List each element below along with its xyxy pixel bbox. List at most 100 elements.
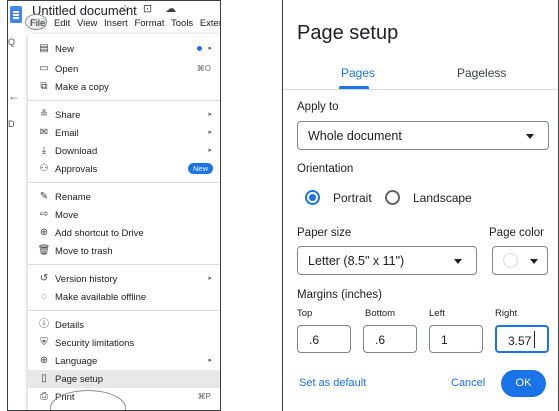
new-badge: New (187, 163, 213, 174)
menu-tools[interactable]: Tools (171, 18, 193, 29)
paper-size-value: Letter (8.5" x 11") (308, 254, 405, 268)
trash-icon: 🗑 (37, 245, 51, 256)
page-setup-dialog: Page setup Pages Pageless Apply to Whole… (282, 0, 559, 411)
submenu-arrow-icon: ▸ (208, 129, 212, 136)
margins-label: Margins (inches) (297, 289, 382, 301)
apply-to-dropdown[interactable]: Whole document (297, 121, 549, 150)
menu-item-email[interactable]: ✉ Email ▸ (28, 124, 220, 142)
outline-initial: D (8, 119, 15, 129)
margin-bottom-input[interactable]: .6 (363, 325, 417, 353)
set-as-default-button[interactable]: Set as default (299, 377, 366, 389)
menu-item-move-to-trash[interactable]: 🗑 Move to trash (28, 242, 220, 260)
menu-extensions[interactable]: Extensi (200, 18, 220, 29)
menu-item-share[interactable]: ≗ Share ▸ (28, 106, 220, 124)
menu-item-label: Approvals (55, 164, 98, 175)
landscape-label[interactable]: Landscape (413, 191, 472, 205)
back-arrow-icon[interactable]: ← (8, 89, 20, 103)
menu-item-label: Page setup (55, 374, 104, 385)
dropdown-caret-icon (530, 259, 538, 264)
title-action-icons[interactable]: ☆ ⊡ ☁ (120, 2, 181, 15)
screenshot-composite: Untitled document ☆ ⊡ ☁ File Edit View I… (0, 0, 559, 411)
margin-top-value: .6 (309, 333, 320, 347)
menu-divider (28, 310, 220, 311)
menu-item-label: Email (55, 128, 79, 139)
menu-divider (28, 100, 220, 101)
landscape-radio[interactable] (385, 190, 400, 205)
menu-item-approvals[interactable]: ⚇ Approvals New (28, 160, 220, 178)
globe-icon: ⊕ (39, 355, 49, 366)
text-cursor (534, 331, 535, 348)
file-menu-annotation-circle (25, 14, 47, 30)
dropdown-caret-icon (454, 259, 462, 264)
tab-pages[interactable]: Pages (341, 66, 375, 80)
menu-item-label: Download (55, 146, 98, 157)
docs-logo-icon[interactable] (10, 6, 22, 23)
margin-top-label: Top (297, 308, 313, 319)
submenu-arrow-icon: ▸ (208, 357, 212, 364)
ok-button[interactable]: OK (501, 370, 546, 397)
menu-item-label: Make a copy (55, 82, 109, 93)
menu-item-label: Details (55, 320, 85, 331)
menu-format[interactable]: Format (134, 18, 164, 29)
page-color-picker[interactable] (492, 246, 548, 275)
menu-item-rename[interactable]: ✎ Rename (28, 188, 220, 206)
info-icon: ⓘ (39, 319, 49, 330)
email-icon: ✉ (39, 127, 49, 138)
menu-item-label: Move to trash (55, 246, 113, 257)
menu-item-offline[interactable]: ◌ Make available offline (28, 288, 220, 306)
margin-left-input[interactable]: 1 (429, 325, 483, 353)
menu-item-new[interactable]: ▤ New ▸ (28, 40, 220, 58)
margin-bottom-value: .6 (375, 333, 386, 347)
menu-divider (28, 182, 220, 183)
portrait-radio[interactable] (305, 190, 320, 205)
dropdown-caret-icon (526, 134, 534, 139)
drive-shortcut-icon: ⊕ (39, 227, 49, 238)
shield-icon: ⛨ (40, 337, 48, 348)
dialog-title: Page setup (297, 22, 399, 44)
menu-item-label: Security limitations (55, 338, 135, 349)
portrait-label[interactable]: Portrait (333, 191, 372, 205)
menu-item-label: Open (55, 64, 79, 75)
menu-item-language[interactable]: ⊕ Language ▸ (28, 352, 220, 370)
share-icon: ≗ (39, 109, 49, 120)
approvals-icon: ⚇ (39, 163, 49, 174)
menu-bar: File Edit View Insert Format Tools Exten… (28, 18, 220, 29)
menu-item-label: Add shortcut to Drive (55, 228, 144, 239)
move-folder-icon: ⇨ (39, 209, 49, 220)
menu-item-label: Make available offline (55, 292, 147, 303)
submenu-arrow-icon: ▸ (208, 45, 212, 52)
margin-right-label: Right (495, 308, 518, 319)
offline-icon: ◌ (41, 291, 47, 302)
history-icon: ↺ (39, 273, 49, 284)
download-icon: ⤓ (41, 145, 47, 156)
menu-view[interactable]: View (77, 18, 97, 29)
paper-size-dropdown[interactable]: Letter (8.5" x 11") (297, 246, 477, 275)
cancel-button[interactable]: Cancel (451, 377, 485, 389)
menu-insert[interactable]: Insert (104, 18, 128, 29)
submenu-arrow-icon: ▸ (208, 111, 212, 118)
menu-item-version-history[interactable]: ↺ Version history ▸ (28, 270, 220, 288)
menu-item-make-copy[interactable]: ⧉ Make a copy (28, 78, 220, 96)
menu-item-move[interactable]: ⇨ Move (28, 206, 220, 224)
menu-item-security-limitations[interactable]: ⛨ Security limitations (28, 334, 220, 352)
apply-to-label: Apply to (297, 101, 339, 113)
pencil-icon: ✎ (39, 191, 49, 202)
menu-item-page-setup[interactable]: ▯ Page setup (28, 370, 220, 388)
menu-item-add-shortcut[interactable]: ⊕ Add shortcut to Drive (28, 224, 220, 242)
menu-item-open[interactable]: ▭ Open ⌘O (28, 60, 220, 78)
margin-top-input[interactable]: .6 (297, 325, 351, 353)
tab-pageless[interactable]: Pageless (457, 66, 506, 80)
menu-item-label: Rename (55, 192, 91, 203)
color-swatch (503, 253, 518, 268)
paper-size-label: Paper size (297, 227, 352, 239)
menu-divider (28, 264, 220, 265)
margin-left-value: 1 (441, 333, 448, 347)
folder-icon: ▭ (39, 63, 49, 74)
menu-edit[interactable]: Edit (54, 18, 70, 29)
menu-item-details[interactable]: ⓘ Details (28, 316, 220, 334)
menu-item-download[interactable]: ⤓ Download ▸ (28, 142, 220, 160)
tab-divider (283, 89, 558, 90)
margin-right-input[interactable]: 3.57 (495, 325, 549, 353)
margin-bottom-label: Bottom (365, 308, 396, 319)
search-icon[interactable]: Q (8, 37, 15, 47)
